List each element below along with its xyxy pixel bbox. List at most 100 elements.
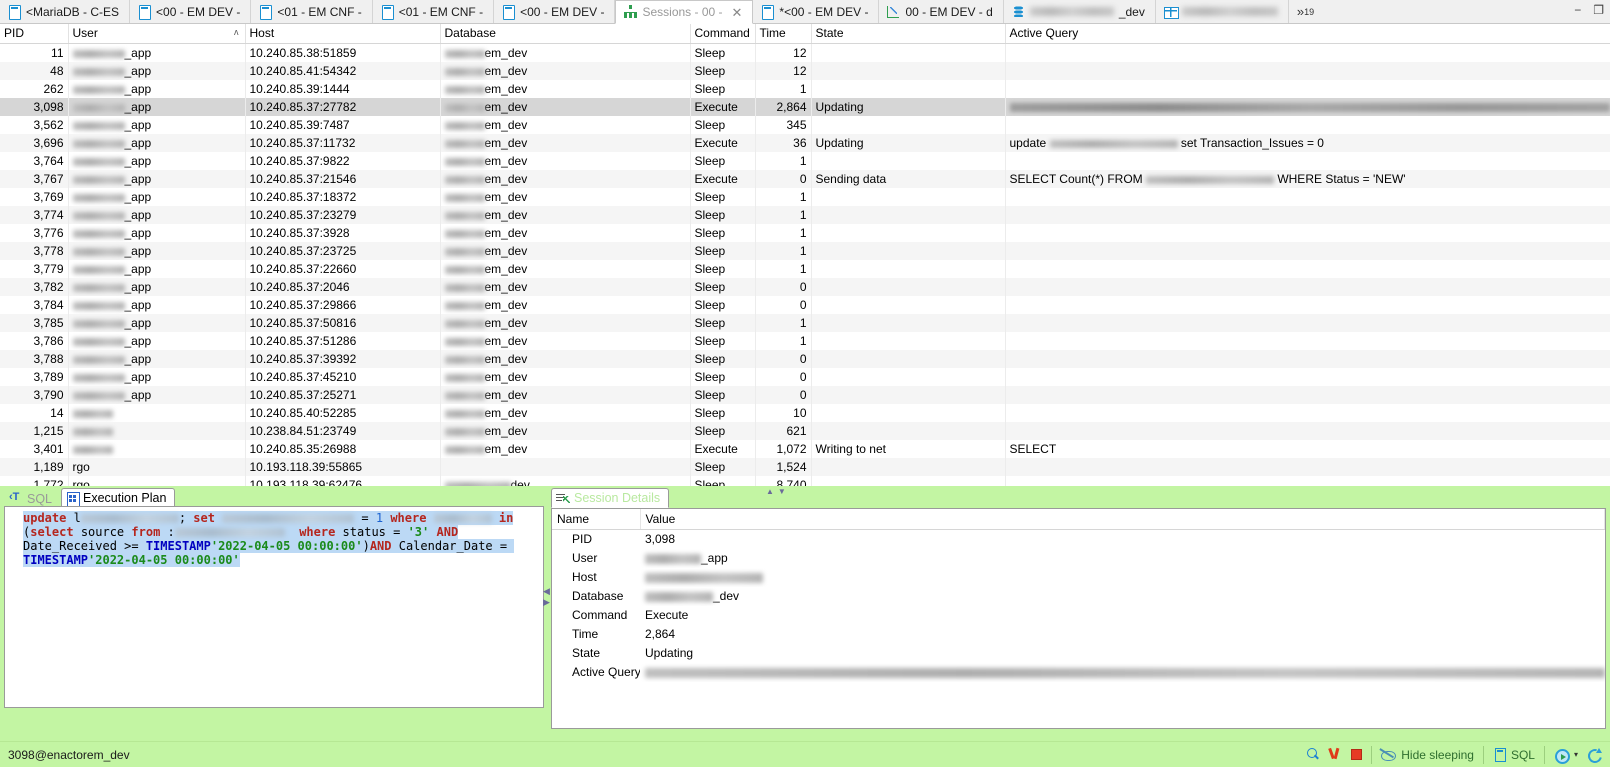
table-row[interactable]: 3,764 _app 10.240.85.37:9822 em_dev Sleep 1	[0, 152, 1610, 170]
sql-token: l	[73, 511, 81, 525]
tab-sql[interactable]: SQL	[4, 488, 62, 508]
session-details-row[interactable]: Host	[552, 568, 1605, 587]
cell-user: _app	[68, 242, 246, 260]
column-header-pid[interactable]: PID	[0, 24, 69, 44]
session-details-row[interactable]: User _app	[552, 549, 1605, 568]
table-row[interactable]: 3,776 _app 10.240.85.37:3928 em_dev Sleep 1	[0, 224, 1610, 242]
session-details-row[interactable]: Database _dev	[552, 587, 1605, 606]
tab-session-details[interactable]: Session Details	[551, 488, 670, 508]
cell-database: em_dev	[440, 440, 691, 458]
table-row[interactable]: 3,788 _app 10.240.85.37:39392 em_dev Sleep 0	[0, 350, 1610, 368]
column-header-host[interactable]: Host	[245, 24, 441, 44]
table-row[interactable]: 1,772 rgo 10.193.118.39:62476 dev Sleep 8,740	[0, 476, 1610, 486]
grid-sort-arrows[interactable]: ▲▼	[766, 487, 790, 496]
refresh-button[interactable]	[1587, 747, 1602, 762]
table-row[interactable]: 3,778 _app 10.240.85.37:23725 em_dev Sleep 1	[0, 242, 1610, 260]
table-row[interactable]: 3,779 _app 10.240.85.37:22660 em_dev Sleep 1	[0, 260, 1610, 278]
sessions-grid[interactable]: PID User ʌ Host Database Command Time St…	[0, 24, 1610, 486]
stop-button[interactable]	[1351, 749, 1363, 760]
table-row[interactable]: 3,767 _app 10.240.85.37:21546 em_dev Execute…	[0, 170, 1610, 188]
cell-user: _app	[68, 116, 246, 134]
session-details-col-name[interactable]: Name	[552, 509, 641, 530]
sql-token: )	[362, 539, 370, 553]
table-row[interactable]: 3,098 _app 10.240.85.37:27782 em_dev Execute…	[0, 98, 1610, 116]
table-row[interactable]: 3,782 _app 10.240.85.37:2046 em_dev Sleep 0	[0, 278, 1610, 296]
tab-00-em-dev-diagram[interactable]: 00 - EM DEV - d	[879, 0, 1004, 23]
column-header-time[interactable]: Time	[755, 24, 812, 44]
tab-00-em-dev-2[interactable]: <00 - EM DEV -	[494, 0, 616, 23]
cell-database: em_dev	[440, 422, 691, 440]
tab-execution-plan[interactable]: Execution Plan	[61, 488, 176, 508]
cell-database: em_dev	[440, 80, 691, 98]
cell-state	[811, 368, 1006, 386]
column-header-active-query[interactable]: Active Query	[1005, 24, 1610, 44]
cell-user: _app	[68, 386, 246, 404]
cell-pid: 3,782	[0, 278, 69, 296]
tab-sessions-00[interactable]: Sessions - 00 - ✕	[615, 0, 754, 24]
session-details-col-value[interactable]: Value	[640, 509, 1605, 530]
table-row[interactable]: 3,774 _app 10.240.85.37:23279 em_dev Sleep 1	[0, 206, 1610, 224]
sql-statement-text[interactable]: update l; set = 1 where in (select source…	[5, 507, 543, 707]
cell-pid: 3,696	[0, 134, 69, 152]
session-details-row[interactable]: PID 3,098	[552, 529, 1605, 549]
table-row[interactable]: 3,786 _app 10.240.85.37:51286 em_dev Sleep 1	[0, 332, 1610, 350]
chevron-down-icon[interactable]: ▾	[1574, 750, 1578, 759]
tab-00-em-dev-3[interactable]: *<00 - EM DEV -	[753, 0, 880, 23]
close-icon[interactable]: ✕	[732, 6, 743, 19]
table-row[interactable]: 14 10.240.85.40:52285 em_dev Sleep 10	[0, 404, 1610, 422]
session-details-row[interactable]: Time 2,864	[552, 625, 1605, 644]
cell-database: em_dev	[440, 368, 691, 386]
session-details-row[interactable]: State Updating	[552, 644, 1605, 663]
cell-time: 1	[755, 242, 812, 260]
tab-grid-redacted[interactable]	[1155, 0, 1289, 23]
session-details-row[interactable]: Active Query	[552, 663, 1605, 682]
tab-label: _dev	[1118, 4, 1145, 19]
tab-overflow-button[interactable]: » 19	[1289, 0, 1322, 23]
cell-host: 10.240.85.37:3928	[245, 224, 441, 242]
table-row[interactable]: 3,696 _app 10.240.85.37:11732 em_dev Execute…	[0, 134, 1610, 152]
tab-00-em-dev-1[interactable]: <00 - EM DEV -	[130, 0, 252, 23]
tab-mariadb-c-es[interactable]: <MariaDB - C-ES	[0, 0, 131, 23]
maximize-icon[interactable]: ❐	[1593, 4, 1604, 16]
column-header-state[interactable]: State	[811, 24, 1006, 44]
tab-database-dev[interactable]: _dev	[1003, 0, 1156, 23]
table-row[interactable]: 3,784 _app 10.240.85.37:29866 em_dev Sleep 0	[0, 296, 1610, 314]
hide-sleeping-toggle[interactable]: Hide sleeping	[1381, 748, 1474, 762]
redacted-text	[72, 319, 125, 328]
table-row[interactable]: 1,189 rgo 10.193.118.39:55865 Sleep 1,524	[0, 458, 1610, 476]
tab-01-em-cnf-1[interactable]: <01 - EM CNF -	[251, 0, 373, 23]
table-row[interactable]: 1,215 10.238.84.51:23749 em_dev Sleep 621	[0, 422, 1610, 440]
minimize-icon[interactable]: −	[1574, 4, 1581, 16]
table-row[interactable]: 48 _app 10.240.85.41:54342 em_dev Sleep 12	[0, 62, 1610, 80]
table-row[interactable]: 262 _app 10.240.85.39:1444 em_dev Sleep 1	[0, 80, 1610, 98]
table-row[interactable]: 3,790 _app 10.240.85.37:25271 em_dev Sleep 0	[0, 386, 1610, 404]
cell-user: _app	[68, 134, 246, 152]
column-header-user[interactable]: User ʌ	[68, 24, 246, 44]
cell-pid: 3,774	[0, 206, 69, 224]
table-row[interactable]: 3,769 _app 10.240.85.37:18372 em_dev Sleep 1	[0, 188, 1610, 206]
search-button[interactable]	[1307, 748, 1320, 761]
status-group-sql: SQL	[1482, 745, 1544, 764]
redacted-text	[72, 409, 113, 418]
cell-database: em_dev	[440, 386, 691, 404]
column-header-command[interactable]: Command	[690, 24, 756, 44]
table-row[interactable]: 3,401 10.240.85.35:26988 em_dev Execute 1,07…	[0, 440, 1610, 458]
table-row[interactable]: 3,562 _app 10.240.85.39:7487 em_dev Sleep 345	[0, 116, 1610, 134]
session-details-row[interactable]: Command Execute	[552, 606, 1605, 625]
table-row[interactable]: 3,785 _app 10.240.85.37:50816 em_dev Sleep 1	[0, 314, 1610, 332]
column-header-database[interactable]: Database	[440, 24, 691, 44]
cell-pid: 48	[0, 62, 69, 80]
cell-host: 10.240.85.37:22660	[245, 260, 441, 278]
redacted-text	[645, 591, 713, 602]
collapse-right-icon[interactable]: ▶	[543, 597, 550, 608]
cell-state	[811, 404, 1006, 422]
auto-refresh-button[interactable]: ▾	[1554, 748, 1578, 764]
tab-01-em-cnf-2[interactable]: <01 - EM CNF -	[372, 0, 495, 23]
sql-toggle[interactable]: SQL	[1493, 748, 1535, 762]
collapse-left-icon[interactable]: ◀	[543, 586, 550, 597]
sort-ascending-icon: ʌ	[234, 27, 239, 37]
table-row[interactable]: 3,789 _app 10.240.85.37:45210 em_dev Sleep 0	[0, 368, 1610, 386]
panel-collapse-handles[interactable]: ◀ ▶	[543, 586, 550, 608]
kill-session-button[interactable]	[1329, 748, 1342, 761]
table-row[interactable]: 11 _app 10.240.85.38:51859 em_dev Sleep 12	[0, 43, 1610, 62]
